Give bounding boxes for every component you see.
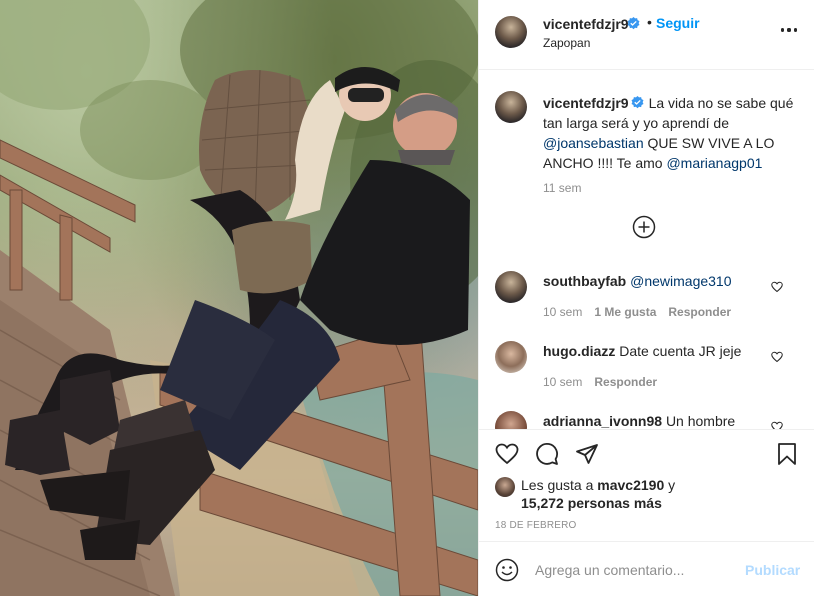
liked-by-middle: y bbox=[664, 477, 676, 493]
comment-line: adrianna_ivonn98 Un hombre bbox=[543, 413, 735, 429]
heart-icon[interactable] bbox=[771, 281, 783, 293]
comment-item: adrianna_ivonn98 Un hombre bbox=[495, 411, 795, 429]
caption-mention-link[interactable]: @joansebastian bbox=[543, 135, 644, 151]
post-header: vicentefdzjr9 • Seguir Zapopan bbox=[479, 0, 814, 70]
post-actions: Les gusta a mavc2190 y 15,272 personas m… bbox=[479, 429, 814, 541]
comment-line: hugo.diazz Date cuenta JR jeje bbox=[543, 343, 741, 359]
caption-avatar[interactable] bbox=[495, 91, 527, 123]
post-date[interactable]: 18 DE FEBRERO bbox=[495, 520, 577, 531]
commenter-avatar[interactable] bbox=[495, 411, 527, 429]
reply-button[interactable]: Responder bbox=[668, 305, 731, 319]
photo-illustration bbox=[0, 0, 478, 596]
comment-likes-count[interactable]: 1 Me gusta bbox=[594, 305, 656, 319]
liker-username[interactable]: mavc2190 bbox=[597, 477, 664, 493]
commenter-username[interactable]: hugo.diazz bbox=[543, 343, 615, 359]
comment-time[interactable]: 10 sem bbox=[543, 375, 582, 389]
liker-avatar[interactable] bbox=[495, 477, 515, 497]
commenter-username[interactable]: adrianna_ivonn98 bbox=[543, 413, 662, 429]
liked-by: Les gusta a mavc2190 y 15,272 personas m… bbox=[495, 476, 675, 512]
caption-username[interactable]: vicentefdzjr9 bbox=[543, 95, 629, 111]
liked-by-text: Les gusta a mavc2190 y 15,272 personas m… bbox=[521, 476, 675, 512]
comment-item: hugo.diazz Date cuenta JR jeje 10 sem Res… bbox=[495, 341, 795, 401]
comment-item: southbayfab @newimage310 10 sem 1 Me gust… bbox=[495, 271, 795, 331]
follow-separator: • bbox=[647, 14, 652, 30]
comments-section[interactable]: vicentefdzjr9 La vida no se sabe qué tan … bbox=[479, 71, 814, 429]
comment-line: southbayfab @newimage310 bbox=[543, 273, 732, 289]
post-panel: vicentefdzjr9 • Seguir Zapopan vicentefd… bbox=[478, 0, 814, 596]
post-location[interactable]: Zapopan bbox=[543, 36, 590, 50]
author-avatar[interactable] bbox=[495, 16, 527, 48]
comment-input[interactable] bbox=[535, 556, 735, 584]
comment-icon[interactable] bbox=[535, 442, 559, 466]
likes-count[interactable]: 15,272 personas más bbox=[521, 495, 662, 511]
heart-icon[interactable] bbox=[771, 421, 783, 429]
comment-text: Date cuenta JR jeje bbox=[619, 343, 742, 359]
share-icon[interactable] bbox=[575, 442, 599, 466]
caption-text: vicentefdzjr9 La vida no se sabe qué tan … bbox=[543, 93, 795, 173]
follow-button[interactable]: Seguir bbox=[656, 15, 700, 31]
plus-circle-icon[interactable] bbox=[632, 215, 656, 239]
comment-mention-link[interactable]: @newimage310 bbox=[630, 273, 731, 289]
caption-timestamp[interactable]: 11 sem bbox=[543, 181, 581, 195]
author-username[interactable]: vicentefdzjr9 bbox=[543, 16, 629, 32]
bookmark-icon[interactable] bbox=[775, 442, 799, 466]
publish-button[interactable]: Publicar bbox=[745, 562, 800, 578]
heart-icon[interactable] bbox=[495, 442, 519, 466]
add-comment-bar: Publicar bbox=[479, 541, 814, 596]
comment-time[interactable]: 10 sem bbox=[543, 305, 582, 319]
commenter-username[interactable]: southbayfab bbox=[543, 273, 626, 289]
liked-by-prefix: Les gusta a bbox=[521, 477, 598, 493]
verified-badge-icon bbox=[631, 96, 644, 109]
reply-button[interactable]: Responder bbox=[594, 375, 657, 389]
caption-mention-link[interactable]: @marianagp01 bbox=[666, 155, 762, 171]
commenter-avatar[interactable] bbox=[495, 271, 527, 303]
verified-badge-icon bbox=[627, 17, 640, 30]
commenter-avatar[interactable] bbox=[495, 341, 527, 373]
comment-meta: 10 sem 1 Me gusta Responder bbox=[543, 305, 743, 319]
heart-icon[interactable] bbox=[771, 351, 783, 363]
emoji-icon[interactable] bbox=[495, 558, 519, 582]
more-options-icon[interactable] bbox=[779, 20, 799, 40]
comment-meta: 10 sem Responder bbox=[543, 375, 669, 389]
post-photo[interactable] bbox=[0, 0, 478, 596]
comment-text: Un hombre bbox=[665, 413, 736, 429]
